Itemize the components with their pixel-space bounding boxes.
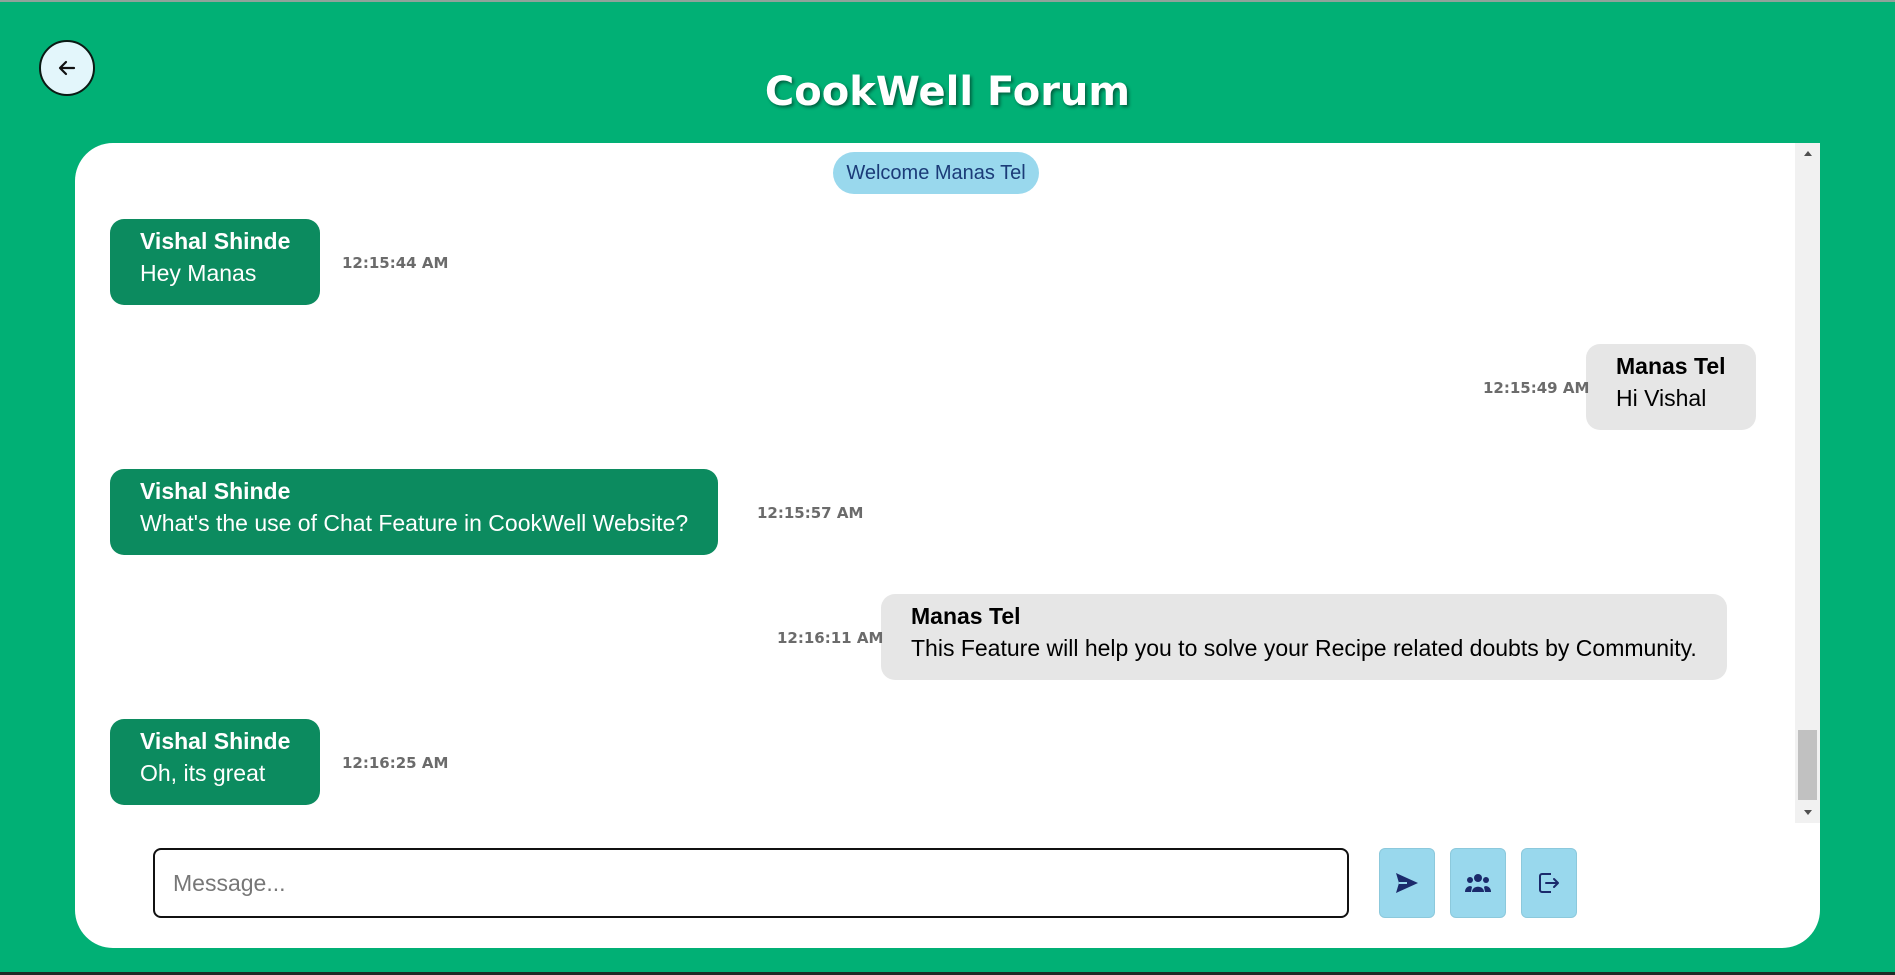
message-input[interactable] <box>153 848 1349 918</box>
send-button[interactable] <box>1379 848 1435 918</box>
message-bubble-outgoing: Manas Tel Hi Vishal <box>1586 344 1756 430</box>
message-timestamp: 12:16:11 AM <box>777 629 884 647</box>
message-text: What's the use of Chat Feature in CookWe… <box>140 510 689 536</box>
users-button[interactable] <box>1450 848 1506 918</box>
users-icon <box>1465 874 1491 892</box>
scroll-up-arrow-icon[interactable] <box>1795 143 1820 163</box>
window-top-border <box>0 0 1895 2</box>
leave-room-icon <box>1539 873 1559 893</box>
page-title: CookWell Forum <box>764 69 1131 115</box>
message-bubble-incoming: Vishal Shinde What's the use of Chat Fea… <box>110 469 719 555</box>
message-text: Oh, its great <box>140 760 266 786</box>
leave-room-button[interactable] <box>1521 848 1577 918</box>
message-scrollbar[interactable] <box>1795 143 1820 823</box>
message-text: Hey Manas <box>140 260 257 286</box>
message-timestamp: 12:15:49 AM <box>1483 379 1590 397</box>
send-icon <box>1396 873 1418 893</box>
message-sender: Vishal Shinde <box>140 228 291 254</box>
message-sender: Vishal Shinde <box>140 478 291 504</box>
message-sender: Manas Tel <box>1616 353 1726 379</box>
message-bubble-outgoing: Manas Tel This Feature will help you to … <box>881 594 1727 680</box>
welcome-badge: Welcome Manas Tel <box>833 152 1039 194</box>
message-sender: Manas Tel <box>911 603 1021 629</box>
message-timestamp: 12:15:57 AM <box>757 504 864 522</box>
message-bubble-incoming: Vishal Shinde Hey Manas <box>110 219 321 305</box>
message-list[interactable]: Welcome Manas Tel Vishal Shinde Hey Mana… <box>75 143 1795 823</box>
chat-panel: Welcome Manas Tel Vishal Shinde Hey Mana… <box>75 143 1820 948</box>
message-timestamp: 12:16:25 AM <box>342 754 449 772</box>
scrollbar-thumb[interactable] <box>1798 730 1817 800</box>
scroll-down-arrow-icon[interactable] <box>1795 803 1820 823</box>
message-bubble-incoming: Vishal Shinde Oh, its great <box>110 719 321 805</box>
message-text: This Feature will help you to solve your… <box>911 635 1697 661</box>
message-sender: Vishal Shinde <box>140 728 291 754</box>
message-text: Hi Vishal <box>1616 385 1707 411</box>
message-timestamp: 12:15:44 AM <box>342 254 449 272</box>
